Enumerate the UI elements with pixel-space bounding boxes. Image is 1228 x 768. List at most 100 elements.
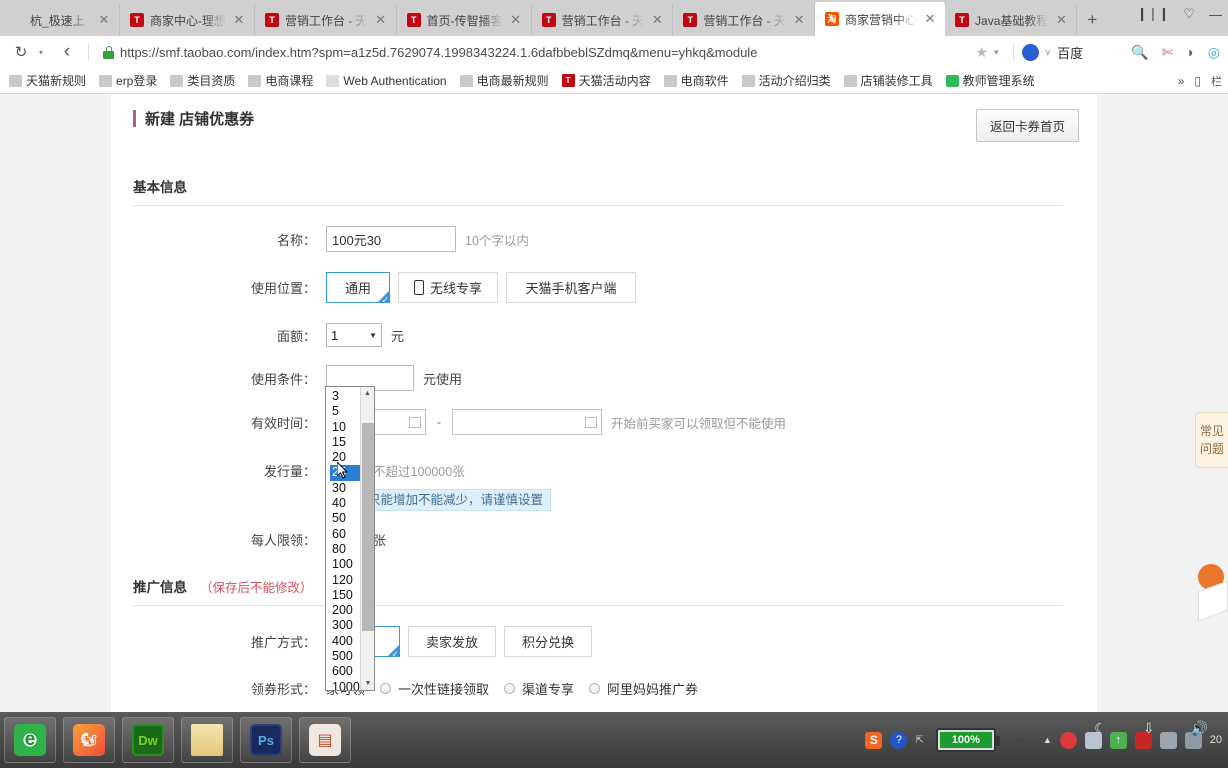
tray-expand-icon[interactable]: ⇱ <box>915 735 923 746</box>
bookmark-10[interactable]: 教师管理系统 <box>941 70 1040 91</box>
faq-side-tab[interactable]: 常见问题 <box>1195 412 1228 468</box>
browser-tab-6-active[interactable]: 淘 商家营销中心 ✕ <box>815 2 946 36</box>
moon-icon[interactable]: ☾ <box>1094 720 1107 737</box>
amount-select[interactable]: 1 ▼ <box>326 323 382 347</box>
bookmark-6[interactable]: T 天猫活动内容 <box>557 70 656 91</box>
taskbar-app-dreamweaver[interactable]: Dw <box>122 717 174 763</box>
amount-dropdown-list[interactable]: 3 5 10 15 20 25 30 40 50 60 80 100 120 1… <box>325 386 375 691</box>
issue-hint: 不超过100000张 <box>373 464 465 479</box>
browser-tab-3[interactable]: T 首页-传智播客 ✕ <box>396 4 532 36</box>
bookmarks-overflow-button[interactable]: » <box>1178 74 1185 88</box>
scroll-up-arrow-icon[interactable]: ▲ <box>361 387 374 400</box>
sogou-input-icon[interactable]: S <box>865 731 883 749</box>
taskbar-app-photoshop[interactable]: Ps <box>240 717 292 763</box>
tab-close-icon[interactable]: ✕ <box>792 12 806 28</box>
folder-icon <box>9 74 22 87</box>
tab-close-icon[interactable]: ✕ <box>97 12 111 28</box>
bookmark-2[interactable]: 类目资质 <box>165 70 240 91</box>
address-bar[interactable]: https://smf.taobao.com/index.htm?spm=a1z… <box>97 40 1005 64</box>
position-option-general[interactable]: 通用 <box>326 272 390 305</box>
show-hidden-icons-arrow[interactable]: ▲ <box>1043 735 1052 745</box>
chevron-down-icon-2[interactable]: ∨ <box>1045 47 1052 58</box>
wifi-icon[interactable]: ◗ <box>1186 44 1194 60</box>
split-view-icon[interactable]: ❙❘❙ <box>1137 6 1170 22</box>
browser-tab-7[interactable]: T Java基础教程 ✕ <box>945 4 1078 36</box>
tab-strip: 杭_极速上 ✕ T 商家中心-理想 ✕ T 营销工作台 - 天 ✕ T 首页-传… <box>0 0 1228 36</box>
sidebar-toggle-icon[interactable]: 栏 <box>1211 73 1222 89</box>
dropdown-scrollbar[interactable]: ▲ ▼ <box>360 387 374 690</box>
position-option-wireless[interactable]: 无线专享 <box>398 272 498 303</box>
back-to-coupon-home-button[interactable]: 返回卡券首页 <box>975 109 1079 142</box>
reload-chevron-icon[interactable]: ▾ <box>34 39 48 65</box>
bookmark-3[interactable]: 电商课程 <box>243 70 318 91</box>
scrollbar-thumb[interactable] <box>362 423 374 631</box>
form-option-1-radio[interactable] <box>380 683 392 694</box>
bookmark-5[interactable]: 电商最新规则 <box>455 70 554 91</box>
tab-close-icon[interactable]: ✕ <box>650 12 664 28</box>
download-icon[interactable]: ⇩ <box>1143 720 1155 737</box>
browser-tab-4[interactable]: T 营销工作台 - 天 ✕ <box>531 4 674 36</box>
browser-tab-2[interactable]: T 营销工作台 - 天 ✕ <box>255 4 397 36</box>
method-option-seller-issue[interactable]: 卖家发放 <box>408 626 496 657</box>
bookmark-9[interactable]: 店铺装修工具 <box>839 70 938 91</box>
position-option-tmall-app[interactable]: 天猫手机客户端 <box>506 272 636 303</box>
bookmark-8[interactable]: 活动介绍归类 <box>737 70 836 91</box>
name-hint: 10个字以内 <box>465 233 529 248</box>
name-input[interactable] <box>326 226 456 252</box>
bookmark-0[interactable]: 天猫新规则 <box>4 70 91 91</box>
bookmark-star-icon[interactable]: ★ <box>975 44 988 61</box>
reload-icon[interactable]: ↻ <box>8 39 34 65</box>
tab-label: 首页-传智播客 <box>426 11 503 29</box>
section-divider <box>133 205 1063 206</box>
tab-close-icon[interactable]: ✕ <box>374 12 388 28</box>
position-option-label: 天猫手机客户端 <box>525 281 617 296</box>
record-icon[interactable] <box>1059 731 1077 749</box>
photoshop-icon: Ps <box>250 724 282 756</box>
validtime-end-input[interactable] <box>452 409 602 435</box>
browser-tab-5[interactable]: T 营销工作台 - 天 ✕ <box>673 4 816 36</box>
bookmark-label: erp登录 <box>116 74 158 88</box>
form-option-2-radio[interactable] <box>504 683 516 694</box>
tab-close-icon[interactable]: ✕ <box>1054 12 1068 28</box>
chevron-down-icon[interactable]: ▾ <box>994 47 999 58</box>
basic-info-title: 基本信息 <box>133 176 1063 205</box>
scroll-down-arrow-icon[interactable]: ▼ <box>361 677 374 690</box>
tab-close-icon[interactable]: ✕ <box>509 12 523 28</box>
taskbar-apps: e 🐿 Dw Ps ▤ <box>0 717 351 763</box>
search-icon[interactable]: 🔍 <box>1131 44 1148 61</box>
position-option-label: 无线专享 <box>429 281 482 296</box>
battery-indicator[interactable]: 100% <box>935 728 1000 752</box>
taskbar-app-file-explorer[interactable] <box>181 717 233 763</box>
tab-close-icon[interactable]: ✕ <box>923 11 937 27</box>
bookmark-7[interactable]: 电商软件 <box>659 70 734 91</box>
back-icon[interactable]: ‹ <box>54 39 80 65</box>
scissors-icon[interactable]: ✄ <box>1162 44 1174 61</box>
cast-icon[interactable]: ♡ <box>1183 6 1195 22</box>
browser-tab-0[interactable]: 杭_极速上 ✕ <box>0 4 120 36</box>
bookmark-1[interactable]: erp登录 <box>94 70 162 91</box>
perperson-label: 每人限领： <box>250 532 316 548</box>
method-option-points-exchange[interactable]: 积分兑换 <box>504 626 592 657</box>
search-engine-selector[interactable]: 🐾 ∨ 百度 <box>1021 43 1083 62</box>
power-plug-icon: ⌁ <box>1015 732 1025 749</box>
field-row-perperson: 每人限领： 张 <box>133 526 1063 552</box>
new-tab-button[interactable]: + <box>1077 4 1107 36</box>
help-icon[interactable]: ? <box>890 731 908 749</box>
top-system-icons: ☾ ⇩ 🔊 <box>1094 714 1208 742</box>
taskbar-app-ie-browser[interactable]: e <box>4 717 56 763</box>
minimize-icon[interactable]: — <box>1209 7 1222 22</box>
bookmarks-overflow-area: » ▯ 栏 <box>1178 73 1224 89</box>
browser-tab-1[interactable]: T 商家中心-理想 ✕ <box>120 4 255 36</box>
mouse-cursor-icon <box>337 462 349 479</box>
taskbar-app-uc-browser[interactable]: 🐿 <box>63 717 115 763</box>
shield-icon[interactable]: ◎ <box>1208 44 1220 61</box>
form-option-3-radio[interactable] <box>589 683 601 694</box>
taskbar-app-powerpoint[interactable]: ▤ <box>299 717 351 763</box>
bookmark-4[interactable]: Web Authentication <box>321 72 451 90</box>
volume-icon[interactable]: 🔊 <box>1191 720 1208 737</box>
field-row-condition: 使用条件： 元使用 <box>133 365 1063 391</box>
dreamweaver-icon: Dw <box>132 724 164 756</box>
clock[interactable]: 20 <box>1210 734 1222 746</box>
reading-list-icon[interactable]: ▯ <box>1194 74 1201 88</box>
tab-close-icon[interactable]: ✕ <box>232 12 246 28</box>
